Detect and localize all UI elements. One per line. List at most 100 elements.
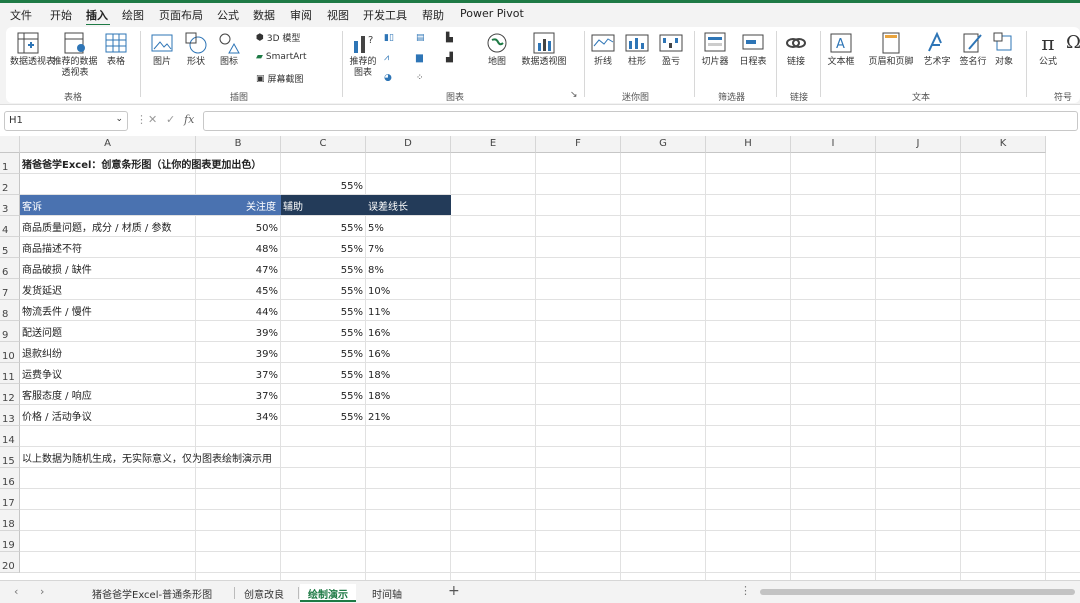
column-header[interactable]: D [366,136,451,153]
icons-button[interactable]: 图标 [216,31,242,68]
sparkline-column-button[interactable]: 柱形 [624,31,650,68]
header-error-bar[interactable]: 误差线长 [368,195,448,215]
textbox-button[interactable]: A 文本框 [824,31,858,68]
column-header[interactable]: J [876,136,961,153]
row-header[interactable]: 2 [0,174,20,195]
sheet-title[interactable]: 猪爸爸学Excel：创意条形图（让你的图表更加出色） [22,153,450,173]
column-header[interactable]: F [536,136,621,153]
row-header[interactable]: 7 [0,279,20,300]
column-header[interactable]: G [621,136,706,153]
hierarchy-chart-button[interactable]: ▤ [416,33,425,43]
fx-icon[interactable]: fx [184,113,194,126]
row-header[interactable]: 14 [0,426,20,447]
cell-error-bar[interactable]: 21% [368,405,448,425]
symbol-button[interactable]: Ω [1066,31,1080,57]
cell-attention[interactable]: 44% [196,300,280,320]
row-header[interactable]: 6 [0,258,20,279]
menu-formulas[interactable]: 公式 [217,7,239,23]
cell-complaint[interactable]: 发货延迟 [22,279,196,299]
column-header[interactable]: E [451,136,536,153]
line-chart-button[interactable]: ⩘ [384,53,389,63]
cell-complaint[interactable]: 商品描述不符 [22,237,196,257]
row-header[interactable]: 17 [0,489,20,510]
row-header[interactable]: 4 [0,216,20,237]
scroll-right-icon[interactable]: › [40,585,44,598]
more-tabs-icon[interactable]: ⋮ [740,584,751,597]
cell-error-bar[interactable]: 16% [368,321,448,341]
cell-helper[interactable]: 55% [281,300,365,320]
screenshot-button[interactable]: ▣ 屏幕截图 [256,72,304,86]
cell-attention[interactable]: 39% [196,321,280,341]
header-complaint[interactable]: 客诉 [22,195,192,215]
row-header[interactable]: 12 [0,384,20,405]
row-header[interactable]: 13 [0,405,20,426]
cell-error-bar[interactable]: 7% [368,237,448,257]
menu-power-pivot[interactable]: Power Pivot [460,7,524,20]
cell-attention[interactable]: 37% [196,363,280,383]
cell-complaint[interactable]: 商品质量问题，成分 / 材质 / 参数 [22,216,196,236]
cell-helper[interactable]: 55% [281,363,365,383]
menu-data[interactable]: 数据 [253,7,275,23]
cell-helper[interactable]: 55% [281,384,365,404]
table-button[interactable]: 表格 [102,31,130,68]
cell-helper[interactable]: 55% [281,258,365,278]
column-header[interactable]: K [961,136,1046,153]
tab-creative[interactable]: 创意改良 [236,584,292,602]
shapes-button[interactable]: 形状 [182,31,210,68]
object-button[interactable]: 对象 [990,31,1018,68]
charts-dialog-launcher[interactable]: ↘ [570,90,578,100]
cell-complaint[interactable]: 配送问题 [22,321,196,341]
formula-input[interactable] [203,111,1078,131]
cell-attention[interactable]: 47% [196,258,280,278]
cancel-icon[interactable]: ✕ [148,113,157,126]
cell-complaint[interactable]: 退款纠纷 [22,342,196,362]
cell-helper[interactable]: 55% [281,405,365,425]
tab-timeline[interactable]: 时间轴 [364,584,410,602]
add-sheet-icon[interactable]: + [448,583,460,599]
cell-helper[interactable]: 55% [281,237,365,257]
cell-complaint[interactable]: 客服态度 / 响应 [22,384,196,404]
slicer-button[interactable]: 切片器 [700,31,730,68]
cell-helper[interactable]: 55% [281,279,365,299]
horizontal-scrollbar[interactable] [760,589,1075,595]
cell-attention[interactable]: 34% [196,405,280,425]
cell-error-bar[interactable]: 5% [368,216,448,236]
cell-complaint[interactable]: 运费争议 [22,363,196,383]
stat-chart-button[interactable]: ▙ [446,33,453,43]
menu-draw[interactable]: 绘图 [122,7,144,23]
pivot-chart-button[interactable]: 数据透视图 [516,31,572,68]
row-header[interactable]: 16 [0,468,20,489]
menu-view[interactable]: 视图 [327,7,349,23]
row-header[interactable]: 8 [0,300,20,321]
column-chart-button[interactable]: ▮▯ [384,33,394,43]
cell-attention[interactable]: 37% [196,384,280,404]
column-header[interactable]: I [791,136,876,153]
cell-complaint[interactable]: 商品破损 / 缺件 [22,258,196,278]
cell-complaint[interactable]: 物流丢件 / 慢件 [22,300,196,320]
3d-models-button[interactable]: ⬢ 3D 模型 [256,31,300,45]
cell-attention[interactable]: 48% [196,237,280,257]
menu-file[interactable]: 文件 [10,7,32,23]
tab-normal-bar[interactable]: 猪爸爸学Excel-普通条形图 [84,584,220,602]
cell-error-bar[interactable]: 11% [368,300,448,320]
menu-developer[interactable]: 开发工具 [363,7,407,23]
row-header[interactable]: 19 [0,531,20,552]
row-header[interactable]: 1 [0,153,20,174]
link-button[interactable]: 链接 [782,31,810,68]
name-box[interactable]: H1 ⌄ [4,111,128,131]
worksheet-grid[interactable]: A B C D E F G H I J K 1 2 3 4 5 6 7 8 9 10 11 12 13 14 15 16 17 18 19… [0,136,1080,580]
cell-error-bar[interactable]: 8% [368,258,448,278]
sparkline-winloss-button[interactable]: 盈亏 [658,31,684,68]
menu-home[interactable]: 开始 [50,7,72,23]
tab-drawing-demo[interactable]: 绘制演示 [300,584,356,602]
pictures-button[interactable]: 图片 [148,31,176,68]
pie-chart-button[interactable]: ◕ [384,73,392,83]
menu-help[interactable]: 帮助 [422,7,444,23]
cell-error-bar[interactable]: 10% [368,279,448,299]
cell-note[interactable]: 以上数据为随机生成，无实际意义，仅为图表绘制演示用 [22,447,450,467]
row-header[interactable]: 15 [0,447,20,468]
sparkline-line-button[interactable]: 折线 [590,31,616,68]
column-header[interactable]: H [706,136,791,153]
select-all-corner[interactable] [0,136,20,153]
wordart-button[interactable]: 艺术字 [920,31,954,68]
